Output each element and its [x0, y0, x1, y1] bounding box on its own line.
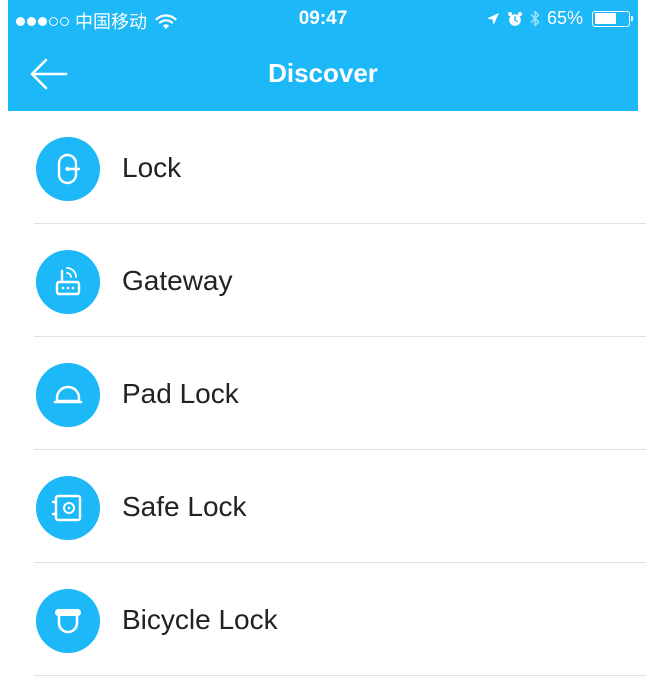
list-item-safe-lock[interactable]: Safe Lock — [0, 450, 646, 563]
list-item-pad-lock[interactable]: Pad Lock — [0, 337, 646, 450]
gateway-icon — [36, 250, 100, 314]
top-bar: 中国移动 09:47 65% Discover — [8, 0, 638, 111]
page-title: Discover — [268, 58, 378, 88]
list-item-gateway[interactable]: Gateway — [0, 224, 646, 337]
list-item-label: Gateway — [122, 265, 233, 296]
status-right: 65% — [486, 8, 633, 29]
discover-screen: 中国移动 09:47 65% Discover Lock Gateway Pad… — [0, 0, 646, 679]
list-item-label: Pad Lock — [122, 378, 239, 409]
back-arrow-icon — [30, 58, 68, 90]
list-item-label: Safe Lock — [122, 491, 247, 522]
location-icon — [486, 12, 500, 26]
back-button[interactable] — [26, 52, 70, 96]
status-bar: 中国移动 09:47 65% — [8, 0, 638, 36]
alarm-icon — [507, 11, 523, 27]
list-item-label: Bicycle Lock — [122, 604, 278, 635]
battery-icon — [592, 10, 633, 27]
safe-lock-icon — [36, 476, 100, 540]
device-type-list: Lock Gateway Pad Lock Safe Lock Bicycle … — [0, 111, 646, 676]
door-lock-icon — [36, 137, 100, 201]
divider — [34, 675, 646, 676]
battery-level — [594, 13, 616, 24]
bicycle-lock-icon — [36, 589, 100, 653]
list-item-label: Lock — [122, 152, 182, 183]
bluetooth-icon — [530, 10, 540, 27]
battery-percent: 65% — [546, 8, 583, 28]
pad-lock-icon — [36, 363, 100, 427]
list-item-bicycle-lock[interactable]: Bicycle Lock — [0, 563, 646, 676]
navigation-bar: Discover — [8, 36, 638, 111]
list-item-lock[interactable]: Lock — [0, 111, 646, 224]
